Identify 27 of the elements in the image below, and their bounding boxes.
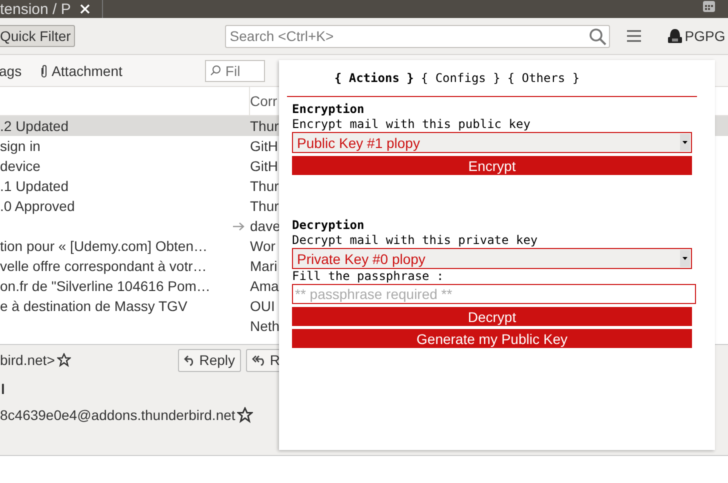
message-correspondent: GitH (250, 138, 278, 154)
message-subject: sign in (0, 138, 40, 154)
sender-address: bird.net> (0, 352, 55, 368)
header-text: l (1, 381, 5, 397)
message-subject: velle offre correspondant à votr… (0, 258, 207, 274)
message-correspondent: GitH (250, 158, 278, 174)
message-correspondent: Mari (250, 258, 278, 274)
field-label: Fill the passphrase : (292, 269, 445, 284)
message-correspondent: Thur (250, 118, 279, 134)
message-correspondent: Ama (250, 278, 279, 294)
message-correspondent: dave (250, 218, 280, 234)
message-subject: device (0, 158, 40, 174)
field-label: Encrypt mail with this public key (292, 117, 532, 132)
recipient-address: 8c4639e0e4@addons.thunderbird.net (0, 407, 236, 423)
message-subject: .1 Updated (0, 178, 68, 194)
message-subject: on.fr de "Silverline 104616 Pom… (0, 278, 210, 294)
message-subject: e à destination de Massy TGV (0, 298, 188, 314)
message-correspondent: Thur (250, 178, 279, 194)
message-subject: .2 Updated (0, 118, 68, 134)
message-subject: tion pour « [Udemy.com] Obten… (0, 238, 208, 254)
field-label: Decrypt mail with this private key (292, 233, 539, 248)
section-title: Encryption (292, 102, 366, 117)
message-correspondent: Thur (250, 198, 279, 214)
section-title: Decryption (292, 218, 366, 233)
message-correspondent: OUI (250, 298, 275, 314)
message-subject: .0 Approved (0, 198, 75, 214)
message-correspondent: Wor (250, 238, 276, 254)
